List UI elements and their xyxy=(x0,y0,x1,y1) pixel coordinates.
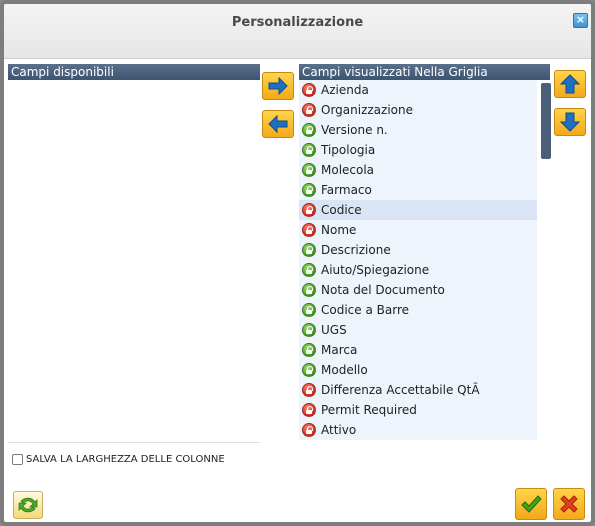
list-item[interactable]: Azienda xyxy=(299,80,537,100)
list-item[interactable]: Codice a Barre xyxy=(299,300,537,320)
list-item[interactable]: Modello xyxy=(299,360,537,380)
arrow-right-icon xyxy=(268,76,288,96)
lock-closed-icon xyxy=(302,423,316,437)
save-column-widths-option[interactable]: SALVA LA LARGHEZZA DELLE COLONNE xyxy=(12,452,225,466)
list-item-label: Permit Required xyxy=(321,403,417,417)
list-item-label: Versione n. xyxy=(321,123,388,137)
move-down-button[interactable] xyxy=(554,108,586,136)
dialog-title: Personalizzazione xyxy=(231,15,364,30)
list-item-label: Aiuto/Spiegazione xyxy=(321,263,430,277)
lock-open-icon xyxy=(302,183,316,197)
list-item[interactable]: Permit Required xyxy=(299,400,537,420)
lock-open-icon xyxy=(302,343,316,357)
list-item-label: Molecola xyxy=(321,163,375,177)
personalization-dialog: Personalizzazione × Campi disponibili Ca… xyxy=(0,0,595,526)
lock-closed-icon xyxy=(302,203,316,217)
list-item[interactable]: Farmaco xyxy=(299,180,537,200)
list-item[interactable]: Molecola xyxy=(299,160,537,180)
close-icon: × xyxy=(575,13,586,26)
list-item-label: Marca xyxy=(321,343,358,357)
lock-closed-icon xyxy=(302,383,316,397)
list-item[interactable]: UGS xyxy=(299,320,537,340)
list-item-label: Codice xyxy=(321,203,362,217)
list-item-label: Tipologia xyxy=(321,143,376,157)
divider xyxy=(8,442,260,443)
list-item-label: Farmaco xyxy=(321,183,372,197)
list-item[interactable]: Tipologia xyxy=(299,140,537,160)
visible-fields-list[interactable]: Azienda Organizzazione Versione n. Tipologi… xyxy=(299,80,537,440)
dialog-titlebar: Personalizzazione × xyxy=(4,4,591,59)
lock-closed-icon xyxy=(302,83,316,97)
lock-open-icon xyxy=(302,323,316,337)
refresh-icon xyxy=(18,497,38,513)
move-left-button[interactable] xyxy=(262,110,294,138)
lock-open-icon xyxy=(302,123,316,137)
list-item[interactable]: Differenza Accettabile QtÃ xyxy=(299,380,537,400)
lock-closed-icon xyxy=(302,103,316,117)
visible-fields-header: Campi visualizzati Nella Griglia xyxy=(299,64,550,80)
save-column-widths-label: SALVA LA LARGHEZZA DELLE COLONNE xyxy=(26,453,225,465)
list-item-label: Codice a Barre xyxy=(321,303,409,317)
list-item[interactable]: Descrizione xyxy=(299,240,537,260)
lock-open-icon xyxy=(302,363,316,377)
x-icon xyxy=(560,495,578,513)
list-item-label: Nota del Documento xyxy=(321,283,445,297)
list-item-label: Descrizione xyxy=(321,243,391,257)
list-item-label: Modello xyxy=(321,363,368,377)
move-right-button[interactable] xyxy=(262,72,294,100)
list-item[interactable]: Nome xyxy=(299,220,537,240)
visible-fields-scrollbar[interactable] xyxy=(541,83,552,441)
lock-closed-icon xyxy=(302,223,316,237)
check-icon xyxy=(521,495,542,513)
lock-open-icon xyxy=(302,243,316,257)
lock-closed-icon xyxy=(302,403,316,417)
arrow-up-icon xyxy=(559,74,581,94)
lock-open-icon xyxy=(302,283,316,297)
lock-open-icon xyxy=(302,263,316,277)
save-column-widths-checkbox[interactable] xyxy=(12,453,23,465)
lock-open-icon xyxy=(302,143,316,157)
arrow-down-icon xyxy=(559,112,581,132)
visible-fields-panel[interactable]: Campi visualizzati Nella Griglia Azienda… xyxy=(299,64,550,442)
cancel-button[interactable] xyxy=(553,488,585,520)
list-item[interactable]: Codice xyxy=(299,200,537,220)
list-item-label: Organizzazione xyxy=(321,103,413,117)
available-fields-panel[interactable]: Campi disponibili xyxy=(8,64,260,442)
list-item-label: UGS xyxy=(321,323,347,337)
list-item-label: Azienda xyxy=(321,83,369,97)
list-item[interactable]: Aiuto/Spiegazione xyxy=(299,260,537,280)
close-button[interactable]: × xyxy=(573,13,588,28)
list-item-label: Differenza Accettabile QtÃ xyxy=(321,383,480,397)
available-fields-header: Campi disponibili xyxy=(8,64,260,80)
refresh-button[interactable] xyxy=(13,491,43,519)
arrow-left-icon xyxy=(268,114,288,134)
list-item[interactable]: Marca xyxy=(299,340,537,360)
lock-open-icon xyxy=(302,163,316,177)
list-item[interactable]: Nota del Documento xyxy=(299,280,537,300)
list-item[interactable]: Attivo xyxy=(299,420,537,440)
ok-button[interactable] xyxy=(515,488,547,520)
list-item[interactable]: Organizzazione xyxy=(299,100,537,120)
move-up-button[interactable] xyxy=(554,70,586,98)
lock-open-icon xyxy=(302,303,316,317)
list-item-label: Nome xyxy=(321,223,357,237)
list-item-label: Attivo xyxy=(321,423,357,437)
list-item[interactable]: Versione n. xyxy=(299,120,537,140)
scrollbar-thumb[interactable] xyxy=(541,83,551,159)
